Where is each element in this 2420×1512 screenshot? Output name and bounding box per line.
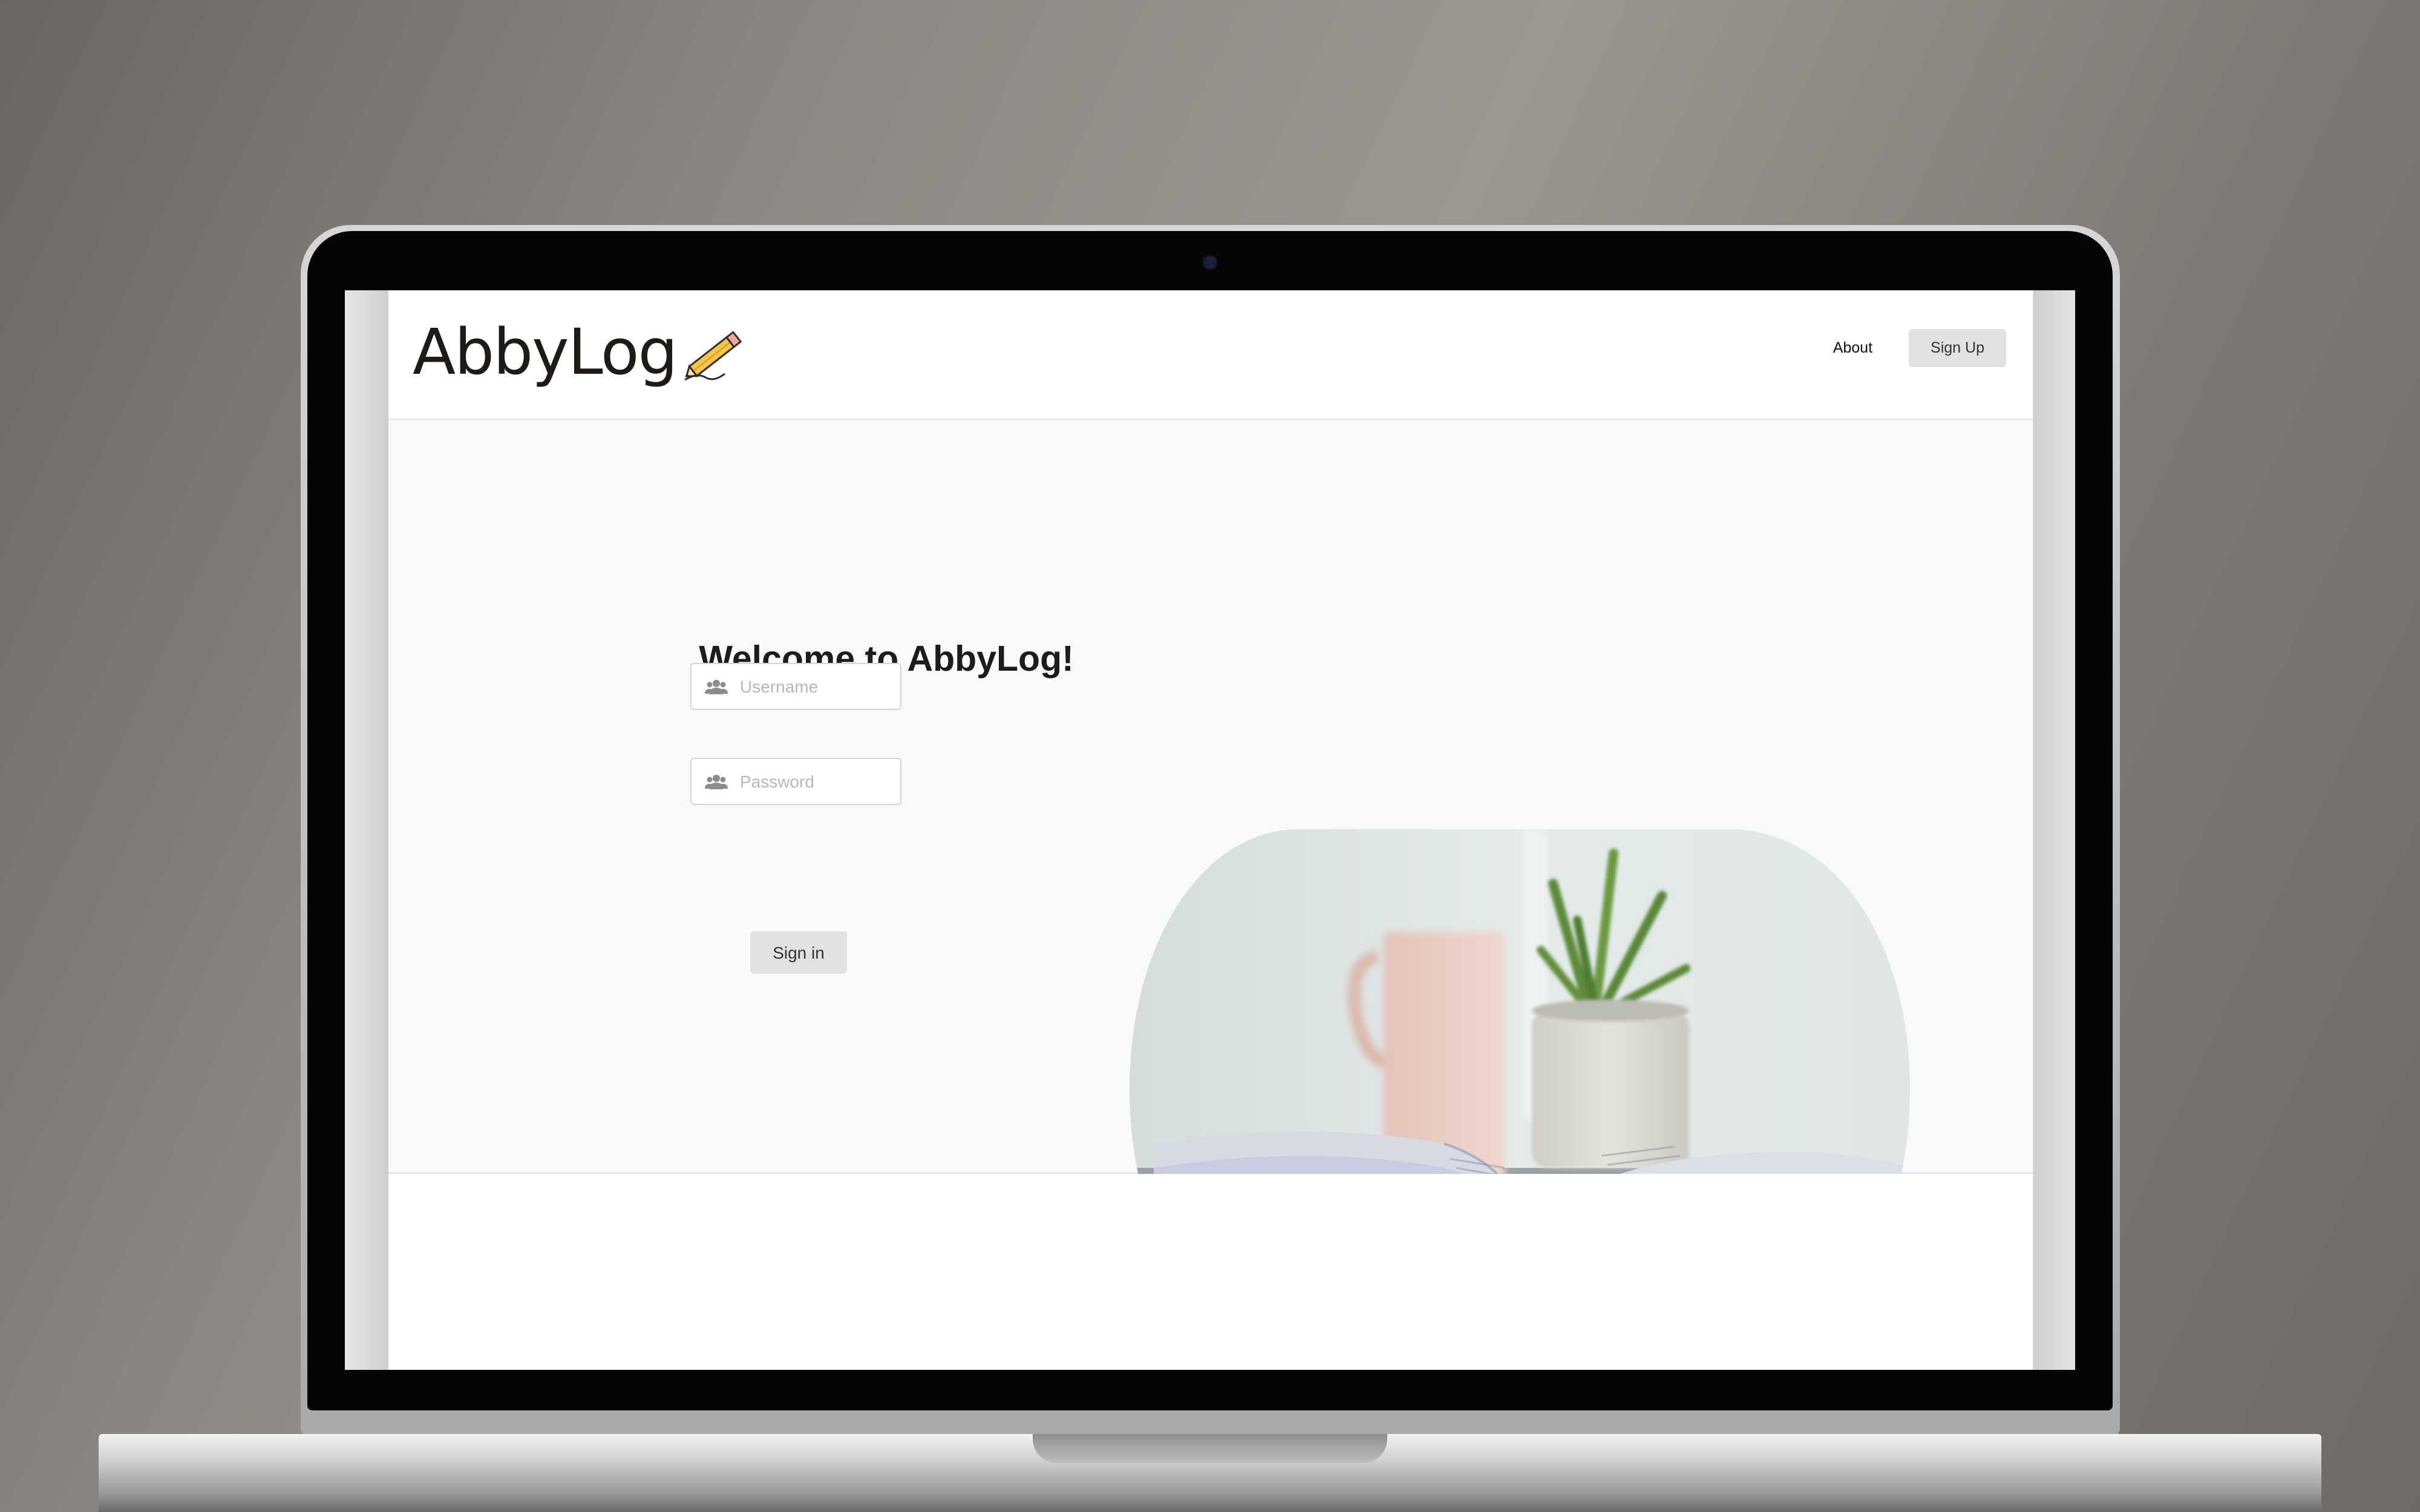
pencil-icon: [684, 331, 742, 381]
username-input[interactable]: [739, 664, 898, 710]
password-field[interactable]: [690, 758, 901, 805]
laptop-notch: [1033, 1434, 1387, 1463]
laptop-screen: AbbyLog About Sign Up Welcome to AbbyLog…: [345, 290, 2075, 1370]
webcam: [1203, 256, 1217, 269]
password-input[interactable]: [739, 759, 898, 805]
web-page: AbbyLog About Sign Up Welcome to AbbyLog…: [388, 290, 2033, 1370]
logo-text: AbbyLog: [413, 315, 678, 389]
top-navbar: AbbyLog About Sign Up: [388, 290, 2033, 420]
logo[interactable]: AbbyLog: [413, 310, 750, 394]
hero-section: Welcome to AbbyLog! Username Sign in: [388, 420, 2033, 1351]
users-icon: [705, 680, 728, 694]
page-footer-area: [388, 1174, 2033, 1370]
sign-up-button[interactable]: Sign Up: [1909, 329, 2006, 367]
browser-margin-left: [345, 290, 388, 1370]
username-field[interactable]: [690, 663, 901, 710]
users-icon: [705, 775, 728, 789]
laptop-mockup: AbbyLog About Sign Up Welcome to AbbyLog…: [0, 0, 2420, 1512]
nav-links: About Sign Up: [1813, 329, 2006, 367]
browser-margin-right: [2034, 290, 2075, 1370]
nav-about-link[interactable]: About: [1813, 331, 1893, 365]
sign-in-button[interactable]: Sign in: [750, 931, 847, 974]
